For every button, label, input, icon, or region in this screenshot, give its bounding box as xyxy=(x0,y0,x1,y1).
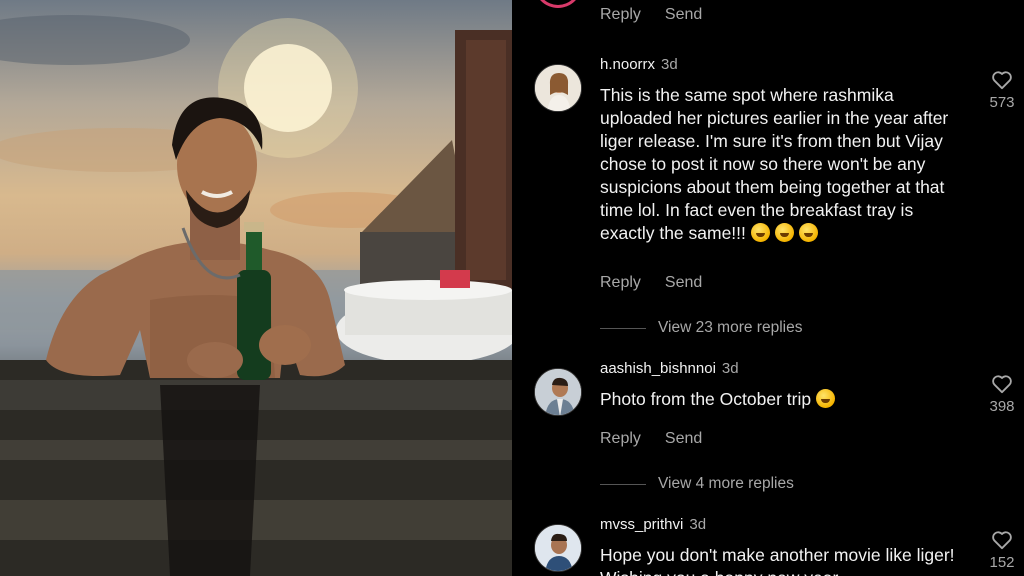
laughing-emoji-icon xyxy=(774,223,794,242)
comment-header: mvss_prithvi 3d xyxy=(600,516,706,533)
heart-icon[interactable] xyxy=(991,70,1013,90)
pool-scene-illustration xyxy=(0,15,512,576)
divider-line xyxy=(600,483,646,485)
view-more-replies[interactable]: View 4 more replies xyxy=(600,475,794,493)
divider-line xyxy=(600,327,646,329)
heart-icon[interactable] xyxy=(991,374,1013,394)
reply-button[interactable]: Reply xyxy=(600,274,641,292)
comment-actions: Reply Send xyxy=(600,274,702,292)
previous-comment-avatar[interactable] xyxy=(534,0,582,8)
laughing-emoji-icon xyxy=(750,223,770,242)
comment-actions: Reply Send xyxy=(600,430,702,448)
reply-button[interactable]: Reply xyxy=(600,430,641,448)
username[interactable]: h.noorrx xyxy=(600,56,655,73)
like-control: 573 xyxy=(982,70,1022,111)
reply-button[interactable]: Reply xyxy=(600,6,641,24)
like-count: 152 xyxy=(989,554,1015,571)
comment-header: h.noorrx 3d xyxy=(600,56,678,73)
view-more-label[interactable]: View 23 more replies xyxy=(658,319,802,337)
avatar[interactable] xyxy=(534,524,582,572)
view-more-label[interactable]: View 4 more replies xyxy=(658,475,794,493)
user-avatar-icon xyxy=(535,369,581,415)
comment-age: 3d xyxy=(689,516,707,533)
comment-age: 3d xyxy=(661,56,678,73)
comment-body: Hope you don't make another movie like l… xyxy=(600,545,955,576)
username[interactable]: aashish_bishnnoi xyxy=(600,360,716,377)
like-count: 398 xyxy=(989,398,1015,415)
user-avatar-icon xyxy=(535,65,581,111)
like-control: 152 xyxy=(982,530,1022,571)
comment-age: 3d xyxy=(721,360,739,377)
comment-body: This is the same spot where rashmika upl… xyxy=(600,85,949,243)
like-count: 573 xyxy=(989,94,1015,111)
avatar[interactable] xyxy=(534,64,582,112)
laughing-emoji-icon xyxy=(798,223,818,242)
grinning-sweat-emoji-icon xyxy=(815,389,835,408)
comment-header: aashish_bishnnoi 3d xyxy=(600,360,739,377)
username[interactable]: mvss_prithvi xyxy=(600,516,683,533)
send-button[interactable]: Send xyxy=(665,430,702,448)
avatar[interactable] xyxy=(534,368,582,416)
user-avatar-icon xyxy=(535,525,581,571)
like-control: 398 xyxy=(982,374,1022,415)
comments-panel: Reply Send h.noorrx 3d This is the same s… xyxy=(512,0,1024,576)
comment-text: Photo from the October trip xyxy=(600,388,970,411)
heart-icon[interactable] xyxy=(991,530,1013,550)
view-more-replies[interactable]: View 23 more replies xyxy=(600,319,802,337)
comment-text: Hope you don't make another movie like l… xyxy=(600,544,970,576)
post-photo xyxy=(0,0,512,576)
previous-comment-actions: Reply Send xyxy=(600,6,702,24)
comment-body: Photo from the October trip xyxy=(600,389,812,409)
comment-text: This is the same spot where rashmika upl… xyxy=(600,84,970,245)
send-button[interactable]: Send xyxy=(665,6,702,24)
send-button[interactable]: Send xyxy=(665,274,702,292)
